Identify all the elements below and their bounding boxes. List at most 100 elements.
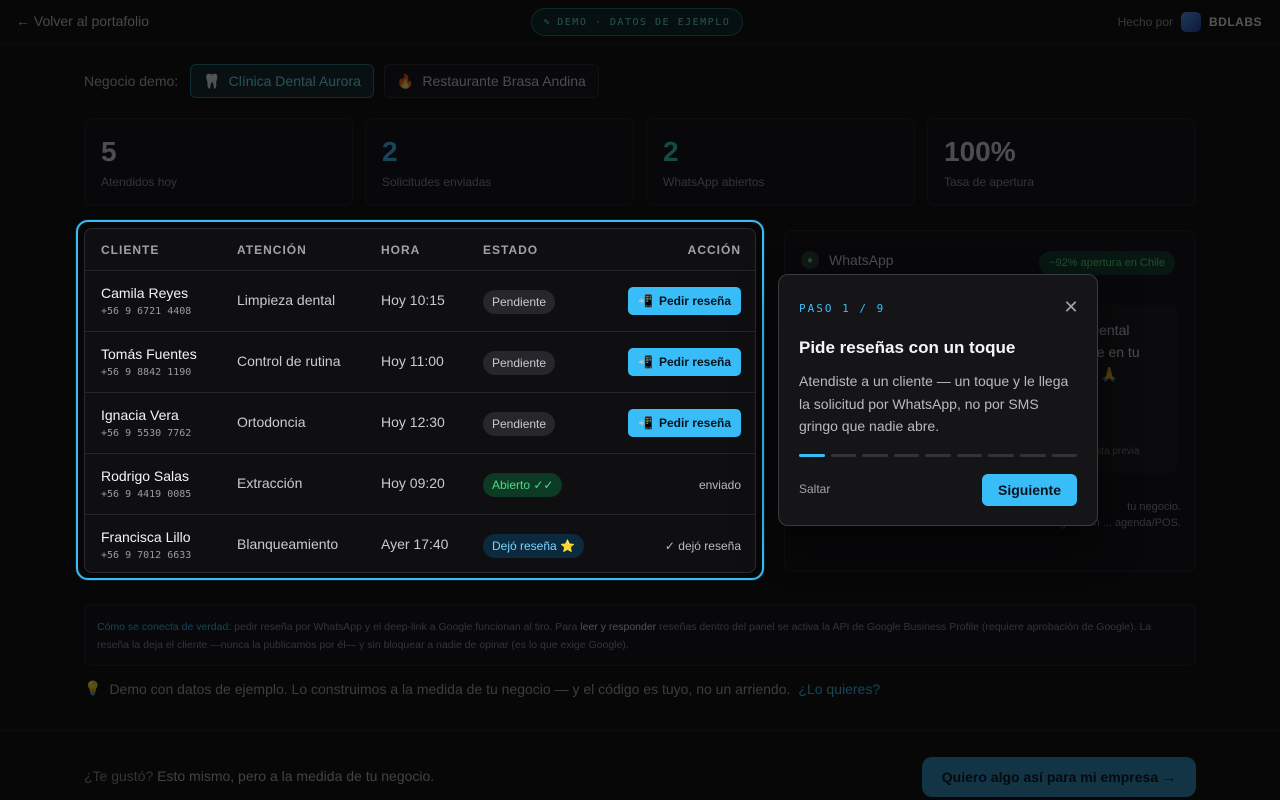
stat-label: Tasa de apertura (944, 175, 1035, 189)
back-to-portfolio-link[interactable]: ← Volver al portafolio (16, 13, 149, 29)
hour-cell: Ayer 17:40 (381, 536, 449, 552)
attention-cell: Ortodoncia (237, 414, 306, 430)
next-step-button[interactable]: Siguiente (981, 474, 1077, 506)
lightbulb-icon: 💡 (84, 680, 102, 696)
tour-progress-bar (799, 454, 1078, 457)
phone-send-icon: 📲 (638, 355, 653, 369)
clients-table: CLIENTE ATENCIÓN HORA ESTADO ACCIÓN Cami… (84, 228, 756, 573)
footer-message: Esto mismo, pero a la medida de tu negoc… (157, 768, 435, 784)
stat-value: 2 (382, 136, 398, 167)
bdlabs-logo-icon (1181, 12, 1201, 32)
stat-label: Solicitudes enviadas (382, 175, 492, 189)
client-name: Rodrigo Salas (101, 468, 189, 484)
client-phone: +56 9 4419 0085 (101, 489, 192, 500)
client-name: Camila Reyes (101, 285, 189, 301)
attention-cell: Extracción (237, 475, 303, 491)
client-name: Francisca Lillo (101, 529, 191, 545)
hour-cell: Hoy 09:20 (381, 475, 445, 491)
request-review-button[interactable]: 📲 Pedir reseña (628, 287, 741, 315)
skip-tour-button[interactable]: Saltar (799, 482, 830, 496)
footnote-text: Demo con datos de ejemplo. Lo construimo… (109, 680, 791, 697)
demo-pill: ✎ DEMO · DATOS DE EJEMPLO (531, 8, 743, 36)
request-review-button[interactable]: 📲 Pedir reseña (628, 409, 741, 437)
client-phone: +56 9 7012 6633 (101, 550, 192, 561)
close-icon[interactable]: ✕ (1061, 297, 1081, 317)
client-name: Tomás Fuentes (101, 346, 197, 362)
request-review-button[interactable]: 📲 Pedir reseña (628, 348, 741, 376)
action-status-text: ✓ dejó reseña (664, 539, 741, 553)
stats-row: 5 Atendidos hoy 2 Solicitudes enviadas 2… (84, 118, 1196, 206)
stat-value: 100% (944, 136, 1016, 167)
stat-attended: 5 Atendidos hoy (84, 118, 353, 206)
table-row: Ignacia Vera +56 9 5530 7762 Ortodoncia … (85, 393, 755, 454)
business-option-restaurant[interactable]: 🔥 Restaurante Brasa Andina (383, 64, 599, 98)
pencil-icon: ✎ (543, 16, 552, 28)
tooth-icon: 🦷 (203, 72, 221, 89)
stat-open-rate: 100% Tasa de apertura (927, 118, 1196, 206)
client-phone: +56 9 8842 1190 (101, 367, 192, 378)
action-status-text: enviado (698, 478, 741, 492)
status-badge: Pendiente (483, 351, 556, 375)
request-review-label: Pedir reseña (658, 294, 731, 308)
footer-question: ¿Te gustó? (84, 768, 154, 784)
request-review-label: Pedir reseña (658, 355, 731, 369)
tour-title: Pide reseñas con un toque (799, 338, 1016, 357)
table-row: Rodrigo Salas +56 9 4419 0085 Extracción… (85, 454, 755, 515)
attention-cell: Control de rutina (237, 353, 341, 369)
status-badge: Pendiente (483, 290, 556, 314)
table-header-row: CLIENTE ATENCIÓN HORA ESTADO ACCIÓN (85, 229, 755, 271)
request-review-label: Pedir reseña (658, 416, 731, 430)
column-header-state: ESTADO (483, 243, 539, 257)
demo-pill-label: DEMO · DATOS DE EJEMPLO (557, 16, 731, 28)
column-header-action: ACCIÓN (687, 243, 741, 257)
attention-cell: Limpieza dental (237, 292, 336, 308)
footer-text: ¿Te gustó? Esto mismo, pero a la medida … (84, 768, 434, 784)
progress-segment (799, 454, 825, 457)
stat-whatsapp-opened: 2 WhatsApp abiertos (646, 118, 915, 206)
bubble-line: Dental (1089, 322, 1130, 338)
business-option-dental[interactable]: 🦷 Clínica Dental Aurora (190, 64, 374, 98)
table-row: Francisca Lillo +56 9 7012 6633 Blanquea… (85, 515, 755, 572)
info-highlight: Cómo se conecta de verdad: (97, 621, 232, 633)
client-phone: +56 9 5530 7762 (101, 428, 192, 439)
want-it-link[interactable]: ¿Lo quieres? (798, 681, 880, 697)
business-label: Negocio demo: (84, 73, 179, 89)
progress-segment (830, 454, 857, 457)
info-text-a: pedir reseña por WhatsApp y el deep-link… (231, 621, 581, 633)
hour-cell: Hoy 10:15 (381, 292, 445, 308)
tour-step-counter: PASO 1 / 9 (799, 302, 886, 315)
contact-cta-button[interactable]: Quiero algo así para mi empresa → (921, 757, 1196, 797)
whatsapp-title: WhatsApp (829, 252, 894, 268)
progress-segment (925, 454, 951, 457)
whatsapp-header: ● WhatsApp (801, 251, 894, 269)
tour-description: Atendiste a un cliente — un toque y le l… (799, 373, 1069, 434)
progress-segment (1051, 454, 1078, 457)
status-badge: Pendiente (483, 412, 556, 436)
made-by[interactable]: Hecho por BDLABS (1118, 12, 1262, 32)
stat-label: WhatsApp abiertos (663, 175, 765, 189)
column-header-client: CLIENTE (101, 243, 160, 257)
progress-segment (1019, 454, 1046, 457)
chat-bubble-icon: ● (801, 251, 819, 269)
hour-cell: Hoy 12:30 (381, 414, 445, 430)
demo-footnote: 💡 Demo con datos de ejemplo. Lo construi… (84, 680, 880, 697)
column-header-attention: ATENCIÓN (237, 243, 307, 257)
status-badge: Dejó reseña ⭐ (483, 534, 584, 558)
hour-cell: Hoy 11:00 (381, 353, 444, 369)
progress-segment (988, 454, 1014, 457)
made-by-label: Hecho por (1117, 15, 1173, 29)
integration-info-box: Cómo se conecta de verdad: pedir reseña … (84, 604, 1196, 666)
open-rate-badge: ~92% apertura en Chile (1039, 251, 1175, 275)
bubble-line: n 🙏 (1089, 366, 1119, 382)
progress-segment (862, 454, 888, 457)
client-name: Ignacia Vera (101, 407, 179, 423)
top-bar: ← Volver al portafolio ✎ DEMO · DATOS DE… (0, 0, 1280, 44)
stat-label: Atendidos hoy (101, 175, 178, 189)
status-badge: Abierto ✓✓ (483, 473, 563, 497)
stat-value: 5 (101, 136, 117, 167)
tour-popover: PASO 1 / 9 ✕ Pide reseñas con un toque A… (778, 274, 1098, 526)
phone-send-icon: 📲 (638, 416, 653, 430)
phone-send-icon: 📲 (638, 294, 653, 308)
table-row: Camila Reyes +56 9 6721 4408 Limpieza de… (85, 271, 755, 332)
business-option-label: Clínica Dental Aurora (228, 73, 361, 89)
